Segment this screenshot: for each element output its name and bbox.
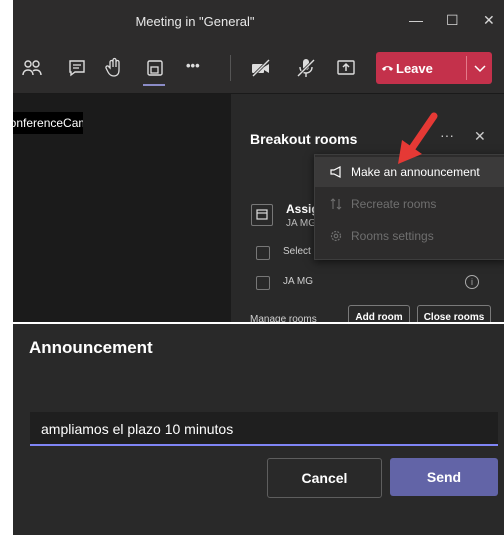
- manage-rooms-label: Manage rooms: [250, 314, 317, 322]
- gear-icon: [330, 230, 342, 242]
- more-actions-icon[interactable]: •••: [186, 58, 210, 82]
- row-label: Select: [283, 246, 311, 257]
- menu-item-label: Recreate rooms: [351, 197, 437, 211]
- row-label: JA MG: [283, 276, 314, 287]
- raise-hand-icon[interactable]: [104, 56, 128, 80]
- info-icon[interactable]: i: [465, 275, 479, 289]
- share-screen-icon[interactable]: [334, 56, 358, 80]
- leave-label: Leave: [396, 61, 433, 76]
- hang-up-icon: [381, 66, 394, 71]
- sort-arrows-icon: [330, 198, 342, 210]
- title-bar: Meeting in "General" — ☐ ✕: [13, 0, 504, 43]
- leave-divider: [466, 56, 467, 80]
- meeting-window: Meeting in "General" — ☐ ✕ ••• Leave nfe…: [13, 0, 504, 322]
- chevron-down-icon[interactable]: [472, 57, 488, 79]
- cancel-button[interactable]: Cancel: [267, 458, 382, 498]
- participant-checkbox[interactable]: [256, 276, 270, 290]
- meeting-toolbar: ••• Leave: [13, 43, 504, 94]
- toolbar-divider: [230, 55, 231, 81]
- chat-icon[interactable]: [65, 56, 89, 80]
- list-item[interactable]: JA MG i: [256, 274, 496, 292]
- menu-item-label: Rooms settings: [351, 229, 434, 243]
- send-button[interactable]: Send: [390, 458, 498, 496]
- add-room-button[interactable]: Add room: [348, 305, 410, 322]
- minimize-icon[interactable]: —: [409, 12, 423, 28]
- menu-item-rooms-settings: Rooms settings: [315, 221, 504, 251]
- active-tab-indicator: [143, 84, 165, 86]
- maximize-icon[interactable]: ☐: [446, 12, 459, 29]
- assign-subtitle: JA MG: [286, 218, 317, 229]
- leave-button[interactable]: Leave: [376, 52, 492, 84]
- megaphone-icon: [330, 166, 341, 178]
- menu-item-recreate-rooms: Recreate rooms: [315, 189, 504, 219]
- participants-icon[interactable]: [20, 56, 44, 80]
- mic-off-icon[interactable]: [294, 56, 318, 80]
- annotation-arrow-icon: [398, 112, 438, 164]
- panel-close-icon[interactable]: ✕: [474, 128, 486, 145]
- breakout-rooms-icon[interactable]: [143, 56, 167, 80]
- announcement-dialog: Announcement ampliamos el plazo 10 minut…: [13, 324, 504, 535]
- close-rooms-button[interactable]: Close rooms: [417, 305, 491, 322]
- announcement-input[interactable]: ampliamos el plazo 10 minutos: [30, 412, 498, 446]
- select-all-checkbox[interactable]: [256, 246, 270, 260]
- dialog-title: Announcement: [29, 338, 153, 357]
- announcement-input-value: ampliamos el plazo 10 minutos: [41, 421, 234, 437]
- camera-off-icon[interactable]: [249, 56, 273, 80]
- panel-options-menu: Make an announcement Recreate rooms Room…: [314, 154, 504, 260]
- close-icon[interactable]: ✕: [483, 12, 495, 29]
- camera-name-text: ConferenceCam: [13, 116, 83, 130]
- video-area: ConferenceCam: [13, 94, 231, 322]
- camera-name-label: ConferenceCam: [13, 112, 83, 134]
- window-title: Meeting in "General": [135, 14, 255, 29]
- panel-title: Breakout rooms: [250, 131, 358, 147]
- assign-icon: [251, 204, 273, 226]
